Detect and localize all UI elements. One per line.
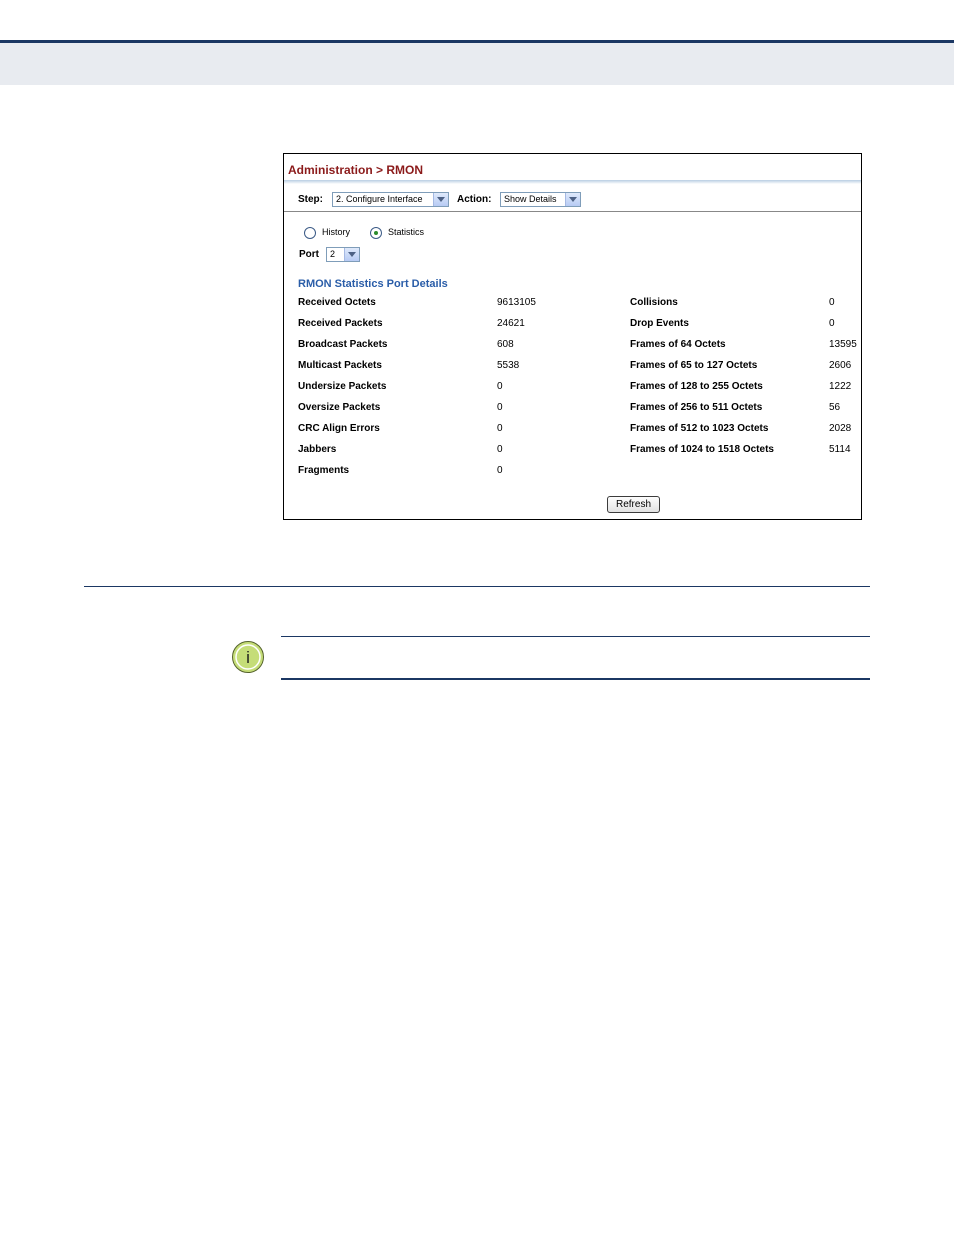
left-stat-name: Fragments (298, 465, 350, 476)
left-stat-value: 0 (497, 444, 503, 455)
left-stat-value: 24621 (497, 318, 525, 329)
breadcrumb-divider (284, 180, 861, 184)
right-stat-name: Collisions (630, 297, 678, 308)
left-stat-name: Received Octets (298, 297, 376, 308)
chevron-down-icon (433, 193, 448, 206)
port-select[interactable]: 2 (326, 247, 360, 262)
left-stat-value: 0 (497, 423, 503, 434)
header-band (0, 43, 954, 85)
port-label: Port (299, 249, 319, 260)
action-select-value: Show Details (504, 194, 557, 204)
left-stat-name: Broadcast Packets (298, 339, 388, 350)
info-icon-glyph: i (246, 648, 250, 667)
chevron-down-icon (344, 248, 359, 261)
left-stat-value: 0 (497, 381, 503, 392)
toolbar-divider (284, 211, 861, 212)
left-stat-value: 5538 (497, 360, 520, 371)
right-stat-value: 2028 (829, 423, 852, 434)
action-select[interactable]: Show Details (500, 192, 581, 207)
left-stat-name: Multicast Packets (298, 360, 382, 371)
left-stat-name: Undersize Packets (298, 381, 387, 392)
right-stat-name: Drop Events (630, 318, 689, 329)
action-label: Action: (457, 194, 492, 205)
step-select-value: 2. Configure Interface (336, 194, 423, 204)
radio-history[interactable] (304, 227, 316, 239)
right-stat-value: 2606 (829, 360, 852, 371)
right-stat-name: Frames of 64 Octets (630, 339, 726, 350)
note-rule-bottom (281, 678, 870, 680)
port-select-value: 2 (330, 249, 336, 259)
right-stat-name: Frames of 512 to 1023 Octets (630, 423, 769, 434)
breadcrumb: Administration > RMON (288, 163, 424, 177)
left-stat-name: Received Packets (298, 318, 383, 329)
section-divider (84, 586, 870, 587)
left-stat-value: 0 (497, 465, 503, 476)
step-select[interactable]: 2. Configure Interface (332, 192, 449, 207)
left-stat-value: 0 (497, 402, 503, 413)
chevron-down-icon (565, 193, 580, 206)
right-stat-value: 56 (829, 402, 841, 413)
right-stat-value: 0 (829, 297, 835, 308)
radio-statistics[interactable] (370, 227, 382, 239)
right-stat-value: 1222 (829, 381, 852, 392)
step-label: Step: (298, 194, 323, 205)
rmon-screenshot-panel: Administration > RMON Step: 2. Configure… (283, 153, 862, 520)
right-stat-name: Frames of 256 to 511 Octets (630, 402, 763, 413)
left-stat-name: Jabbers (298, 444, 337, 455)
refresh-button[interactable]: Refresh (607, 496, 660, 513)
left-stat-value: 9613105 (497, 297, 536, 308)
right-stat-name: Frames of 65 to 127 Octets (630, 360, 758, 371)
right-stat-value: 5114 (829, 444, 851, 455)
note-rule-top (281, 636, 870, 637)
right-stat-name: Frames of 1024 to 1518 Octets (630, 444, 774, 455)
right-stat-value: 0 (829, 318, 835, 329)
section-title: RMON Statistics Port Details (298, 278, 448, 290)
info-icon: i (232, 641, 264, 673)
left-stat-name: Oversize Packets (298, 402, 381, 413)
right-stat-value: 13595 (829, 339, 857, 350)
left-stat-value: 608 (497, 339, 514, 350)
right-stat-name: Frames of 128 to 255 Octets (630, 381, 763, 392)
radio-history-label: History (322, 227, 351, 237)
radio-statistics-label: Statistics (388, 227, 425, 237)
left-stat-name: CRC Align Errors (298, 423, 380, 434)
